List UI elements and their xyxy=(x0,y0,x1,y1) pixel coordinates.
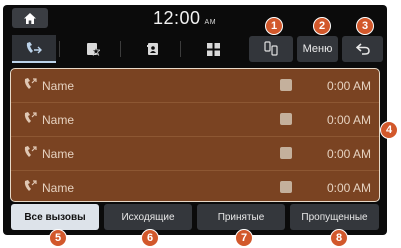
filter-received[interactable]: Принятые xyxy=(197,204,285,230)
tab-keypad[interactable] xyxy=(191,35,235,63)
filter-outgoing[interactable]: Исходящие xyxy=(104,204,192,230)
filter-all-calls[interactable]: Все вызовы xyxy=(11,204,99,230)
filter-label: Исходящие xyxy=(121,211,175,223)
call-list-item[interactable]: Name 0:00 AM xyxy=(11,69,379,102)
phone-screen: 12:00 AM Меню Name 0:00 AM Name 0:00 AM … xyxy=(3,5,387,235)
home-button[interactable] xyxy=(12,8,48,28)
tab-separator xyxy=(120,41,121,57)
callout-3: 3 xyxy=(356,17,374,35)
call-time: 0:00 AM xyxy=(326,113,371,127)
callout-5: 5 xyxy=(49,229,67,247)
callout-6: 6 xyxy=(141,229,159,247)
call-history-list[interactable]: Name 0:00 AM Name 0:00 AM Name 0:00 AM N… xyxy=(10,68,380,202)
filter-label: Все вызовы xyxy=(24,211,86,223)
callout-7: 7 xyxy=(235,229,253,247)
clock-time: 12:00 xyxy=(153,8,201,28)
tab-separator xyxy=(59,41,60,57)
filter-label: Принятые xyxy=(217,211,265,223)
mobile-icon xyxy=(280,181,292,193)
call-time: 0:00 AM xyxy=(326,181,371,195)
home-icon xyxy=(24,12,36,24)
clock: 12:00 AM xyxy=(153,8,216,29)
call-contact-name: Name xyxy=(42,181,75,195)
call-contact-name: Name xyxy=(42,113,75,127)
outgoing-call-icon xyxy=(24,180,37,191)
callout-8: 8 xyxy=(330,229,348,247)
contacts-star-icon xyxy=(87,43,100,56)
callout-2: 2 xyxy=(313,17,331,35)
tab-favorites[interactable] xyxy=(71,35,115,63)
contacts-book-icon xyxy=(147,43,158,55)
call-list-item[interactable]: Name 0:00 AM xyxy=(11,137,379,170)
menu-button[interactable]: Меню xyxy=(297,36,338,62)
clock-ampm: AM xyxy=(204,19,217,26)
menu-button-label: Меню xyxy=(302,43,333,55)
filter-label: Пропущенные xyxy=(301,211,368,223)
call-contact-name: Name xyxy=(42,79,75,93)
call-filter-bar: Все вызовы Исходящие Принятые Пропущенны… xyxy=(3,204,387,232)
call-list-item[interactable]: Name 0:00 AM xyxy=(11,103,379,136)
call-list-item[interactable]: Name 0:00 AM xyxy=(11,171,379,201)
back-icon xyxy=(355,43,370,55)
outgoing-call-icon xyxy=(24,78,37,89)
tab-separator xyxy=(180,41,181,57)
mobile-icon xyxy=(280,113,292,125)
callout-1: 1 xyxy=(265,17,283,35)
mobile-icon xyxy=(280,147,292,159)
filter-missed[interactable]: Пропущенные xyxy=(290,204,379,230)
outgoing-call-icon xyxy=(24,146,37,157)
mobile-icon xyxy=(280,79,292,91)
call-time: 0:00 AM xyxy=(326,147,371,161)
tab-call-history[interactable] xyxy=(12,35,56,63)
callout-4: 4 xyxy=(380,121,398,139)
keypad-icon xyxy=(206,42,220,56)
phone-switch-icon xyxy=(264,41,278,56)
toolbar: Меню xyxy=(3,33,387,65)
outgoing-call-icon xyxy=(24,112,37,123)
back-button[interactable] xyxy=(342,36,383,62)
call-history-icon xyxy=(26,42,42,54)
phone-switch-button[interactable] xyxy=(249,36,293,62)
call-time: 0:00 AM xyxy=(326,79,371,93)
tab-contacts[interactable] xyxy=(131,35,175,63)
call-contact-name: Name xyxy=(42,147,75,161)
